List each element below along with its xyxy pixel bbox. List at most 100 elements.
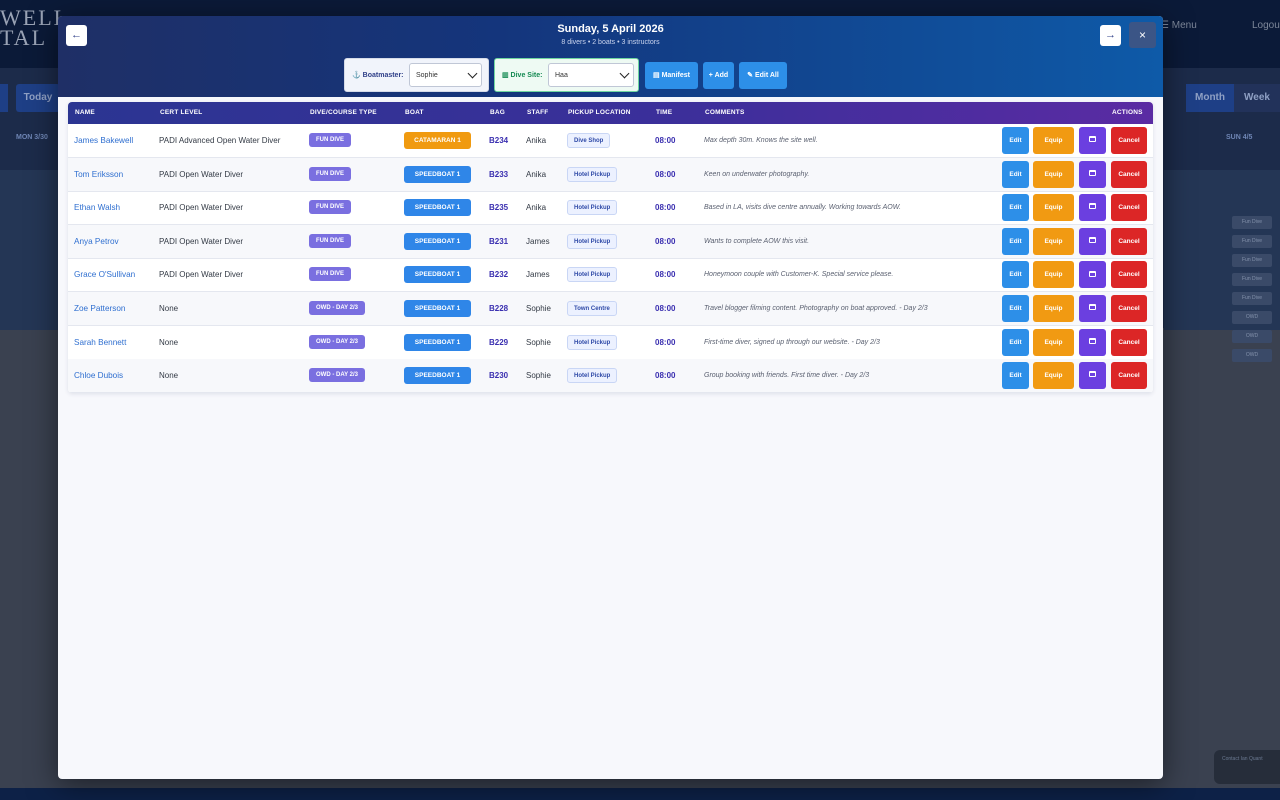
edit-button[interactable]: Edit xyxy=(1002,127,1029,154)
table-row: Ethan Walsh PADI Open Water Diver FUN DIVE… xyxy=(68,191,1153,226)
cert-level: PADI Open Water Diver xyxy=(159,270,244,280)
calendar-button[interactable] xyxy=(1079,328,1106,356)
logout-button[interactable]: Logou xyxy=(1252,20,1280,31)
menu-button[interactable]: ☰ Menu xyxy=(1160,20,1197,31)
calendar-button[interactable] xyxy=(1079,194,1106,222)
pickup-location-badge: Hotel Pickup xyxy=(567,166,618,182)
modal-subtitle: 8 divers • 2 boats • 3 instructors xyxy=(561,39,660,46)
cancel-button[interactable]: Cancel xyxy=(1111,362,1147,390)
diver-name-link[interactable]: Grace O'Sullivan xyxy=(74,258,135,291)
app-footer xyxy=(0,788,1280,800)
calendar-left-panel xyxy=(0,170,58,330)
diver-name-link[interactable]: Tom Eriksson xyxy=(74,158,123,191)
dive-type-badge: OWD - DAY 2/3 xyxy=(309,334,366,349)
prev-period-button[interactable] xyxy=(0,84,8,112)
dive-site-label: ▥ Dive Site: xyxy=(502,72,543,79)
time-value: 08:00 xyxy=(655,136,676,145)
pickup-location-badge: Hotel Pickup xyxy=(567,267,618,283)
calendar-button[interactable] xyxy=(1079,227,1106,255)
today-button[interactable]: Today xyxy=(16,84,60,112)
equip-button[interactable]: Equip xyxy=(1033,328,1074,356)
edit-button[interactable]: Edit xyxy=(1002,261,1029,289)
edit-button[interactable]: Edit xyxy=(1002,328,1029,356)
calendar-event-chip[interactable]: Fun Dive xyxy=(1232,273,1272,286)
calendar-button[interactable] xyxy=(1079,160,1106,188)
calendar-button[interactable] xyxy=(1079,362,1106,390)
equip-button[interactable]: Equip xyxy=(1033,295,1074,322)
bag-number: B232 xyxy=(489,270,509,280)
calendar-button[interactable] xyxy=(1079,127,1106,154)
comment-text: First-time diver, signed up through our … xyxy=(704,338,880,346)
staff-name: Anika xyxy=(526,169,547,179)
contact-toast[interactable]: Contact Ian Quant xyxy=(1214,750,1280,784)
staff-name: James xyxy=(526,270,550,280)
calendar-event-chip[interactable]: Fun Dive xyxy=(1232,216,1272,229)
time-value: 08:00 xyxy=(655,236,676,246)
divers-table: NAME CERT LEVEL DIVE/COURSE TYPE BOAT BA… xyxy=(68,102,1153,393)
bag-number: B231 xyxy=(489,236,509,246)
menu-label: Menu xyxy=(1171,20,1197,31)
pickup-location-badge: Hotel Pickup xyxy=(567,334,618,350)
diver-name-link[interactable]: Chloe Dubois xyxy=(74,359,123,392)
close-modal-button[interactable]: × xyxy=(1129,22,1156,48)
add-button[interactable]: + Add xyxy=(703,62,734,89)
edit-button[interactable]: Edit xyxy=(1002,362,1029,390)
cert-level: PADI Open Water Diver xyxy=(159,236,244,246)
calendar-icon xyxy=(1089,169,1096,176)
calendar-button[interactable] xyxy=(1079,295,1106,322)
dive-type-badge: FUN DIVE xyxy=(309,200,352,215)
edit-button[interactable]: Edit xyxy=(1002,227,1029,255)
cancel-button[interactable]: Cancel xyxy=(1111,227,1147,255)
equip-button[interactable]: Equip xyxy=(1033,362,1074,390)
bag-number: B235 xyxy=(489,203,509,213)
boat-badge: SPEEDBOAT 1 xyxy=(404,367,471,385)
diver-name-link[interactable]: Zoe Patterson xyxy=(74,292,125,325)
comment-text: Honeymoon couple with Customer-K. Specia… xyxy=(704,271,894,279)
equip-button[interactable]: Equip xyxy=(1033,160,1074,188)
calendar-button[interactable] xyxy=(1079,261,1106,289)
equip-button[interactable]: Equip xyxy=(1033,227,1074,255)
cancel-button[interactable]: Cancel xyxy=(1111,194,1147,222)
diver-name-link[interactable]: Anya Petrov xyxy=(74,225,119,258)
edit-button[interactable]: Edit xyxy=(1002,160,1029,188)
logo-text-line2: TAL xyxy=(0,25,48,50)
next-day-button[interactable]: → xyxy=(1100,25,1121,46)
boat-badge: SPEEDBOAT 1 xyxy=(404,199,471,217)
boatmaster-label: ⚓ Boatmaster: xyxy=(352,72,404,79)
cancel-button[interactable]: Cancel xyxy=(1111,261,1147,289)
time-value: 08:00 xyxy=(655,304,676,313)
cancel-button[interactable]: Cancel xyxy=(1111,127,1147,154)
month-view-button[interactable]: Month xyxy=(1186,84,1234,112)
calendar-event-chip[interactable]: OWD xyxy=(1232,349,1272,362)
week-view-button[interactable]: Week xyxy=(1234,84,1280,112)
calendar-event-chip[interactable]: Fun Dive xyxy=(1232,235,1272,248)
dive-site-select[interactable]: Haa xyxy=(548,63,634,87)
boatmaster-select[interactable]: Sophie xyxy=(409,63,482,87)
equip-button[interactable]: Equip xyxy=(1033,261,1074,289)
header-name: NAME xyxy=(75,109,95,116)
table-row: Grace O'Sullivan PADI Open Water Diver FUN… xyxy=(68,258,1153,293)
comment-text: Max depth 30m. Knows the site well. xyxy=(704,137,818,144)
diver-name-link[interactable]: James Bakewell xyxy=(74,124,133,157)
cancel-button[interactable]: Cancel xyxy=(1111,328,1147,356)
dive-type-badge: FUN DIVE xyxy=(309,233,352,248)
equip-button[interactable]: Equip xyxy=(1033,127,1074,154)
diver-name-link[interactable]: Sarah Bennett xyxy=(74,326,126,359)
calendar-event-chip[interactable]: OWD xyxy=(1232,330,1272,343)
staff-name: Anika xyxy=(526,203,547,213)
table-row: Anya Petrov PADI Open Water Diver FUN DIVE… xyxy=(68,224,1153,259)
edit-all-button[interactable]: ✎ Edit All xyxy=(739,62,787,89)
manifest-button[interactable]: ▤ Manifest xyxy=(645,62,698,89)
equip-button[interactable]: Equip xyxy=(1033,194,1074,222)
cancel-button[interactable]: Cancel xyxy=(1111,160,1147,188)
edit-button[interactable]: Edit xyxy=(1002,295,1029,322)
calendar-event-chip[interactable]: Fun Dive xyxy=(1232,254,1272,267)
calendar-event-chip[interactable]: Fun Dive xyxy=(1232,292,1272,305)
comment-text: Travel blogger filming content. Photogra… xyxy=(704,305,928,312)
calendar-event-chip[interactable]: OWD xyxy=(1232,311,1272,324)
edit-button[interactable]: Edit xyxy=(1002,194,1029,222)
pickup-location-badge: Hotel Pickup xyxy=(567,368,618,384)
table-header: NAME CERT LEVEL DIVE/COURSE TYPE BOAT BA… xyxy=(68,102,1153,124)
cancel-button[interactable]: Cancel xyxy=(1111,295,1147,322)
diver-name-link[interactable]: Ethan Walsh xyxy=(74,191,120,224)
